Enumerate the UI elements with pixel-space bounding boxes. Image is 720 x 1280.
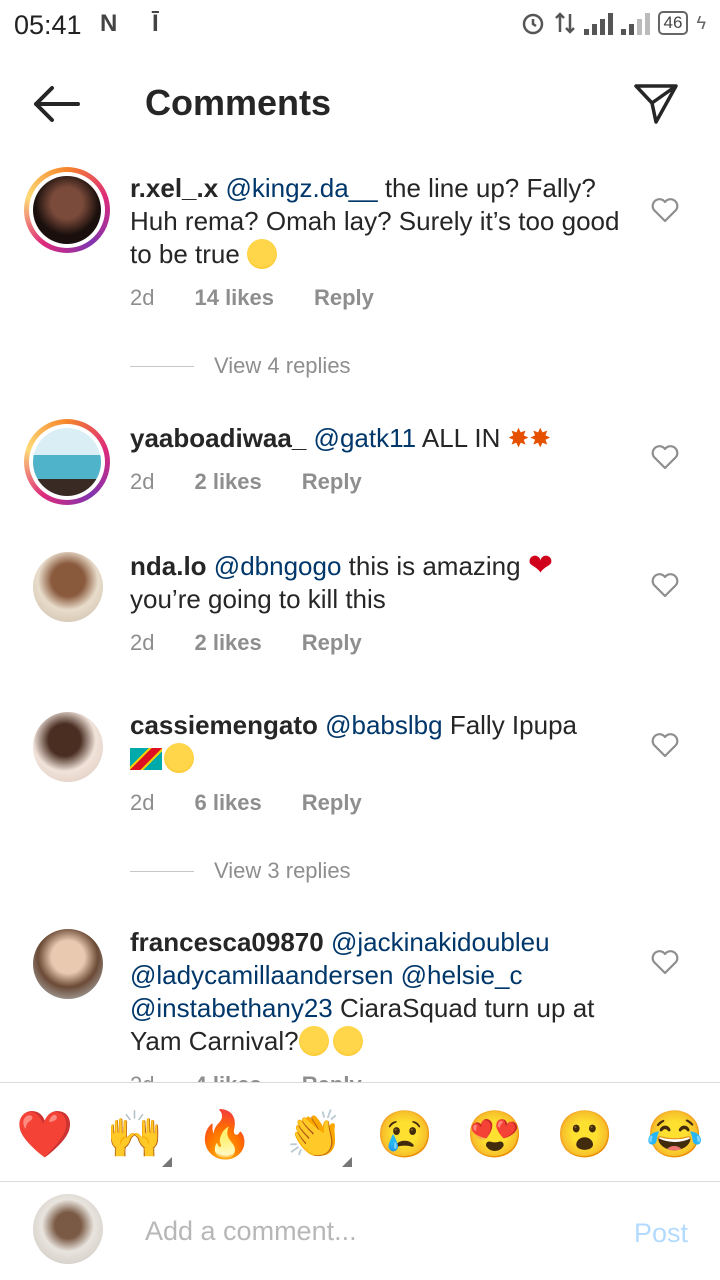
data-transfer-icon [554,12,575,34]
avatar[interactable] [24,167,110,253]
clapping-reaction-icon[interactable]: 👏 [286,1105,344,1163]
variant-indicator-icon [342,1157,352,1167]
reply-button[interactable]: Reply [302,790,362,816]
divider [130,870,194,872]
comment-time: 2d [130,630,155,655]
signal-icon-2 [620,11,650,35]
comment-mention[interactable]: @jackinakidoubleu [331,927,550,957]
comment-text: francesca09870 @jackinakidoubleu @ladyca… [130,926,620,1058]
post-button[interactable]: Post [634,1218,688,1249]
comment-meta: 2d 14 likes Reply [130,285,374,311]
page-title: Comments [145,82,332,123]
notification-icons: N Ī [100,10,173,37]
comment-meta: 2d 6 likes Reply [130,790,362,816]
heart-icon[interactable] [651,197,679,223]
comment-mention[interactable]: @instabethany23 [130,993,333,1023]
quick-reaction-bar: ❤️ 🙌 🔥 👏 😢 😍 😮 😂 [0,1082,720,1182]
comment-time: 2d [130,285,155,310]
comment-mention[interactable]: @babslbg [325,710,442,740]
heart-icon[interactable] [651,572,679,598]
grinning-emoji-icon [298,1026,329,1056]
comment-text: yaaboadiwaa_ @gatk11 ALL IN ✸✸ [130,422,620,455]
comment-likes[interactable]: 2 likes [194,469,261,495]
comment-body: Fally Ipupa [442,710,577,740]
status-bar: 05:41 N Ī 46 ϟ [0,0,720,50]
smiling-hearts-emoji-icon [332,1026,363,1056]
avatar[interactable] [24,419,110,505]
comment-time: 2d [130,469,155,494]
fire-reaction-icon[interactable]: 🔥 [196,1105,254,1163]
avatar[interactable] [33,552,103,622]
comment-username[interactable]: francesca09870 [130,927,324,957]
crying-reaction-icon[interactable]: 😢 [376,1105,434,1163]
raised-hands-reaction-icon[interactable]: 🙌 [106,1105,164,1163]
surprised-reaction-icon[interactable]: 😮 [556,1105,614,1163]
back-arrow-icon[interactable] [30,82,82,126]
comment-mention[interactable]: @gatk11 [314,423,417,453]
comment-composer: Add a comment... Post [0,1181,720,1280]
dr-congo-flag-icon [130,748,162,770]
laughing-reaction-icon[interactable]: 😂 [646,1105,704,1163]
comment-body: this is amazing [341,551,528,581]
heart-icon[interactable] [651,444,679,470]
comment-username[interactable]: r.xel_.x [130,173,218,203]
comment-body: ALL IN [416,423,508,453]
status-time: 05:41 [14,10,82,40]
alarm-icon [522,13,543,35]
comment-mention[interactable]: @ladycamillaandersen [130,960,393,990]
heart-icon[interactable] [651,732,679,758]
divider [130,365,194,367]
comment-likes[interactable]: 14 likes [194,285,274,311]
comment-text: nda.lo @dbngogo this is amazing ❤ you’re… [130,549,620,616]
comment-username[interactable]: nda.lo [130,551,207,581]
heart-reaction-icon[interactable]: ❤️ [16,1105,74,1163]
comment-time: 2d [130,790,155,815]
comment-text: r.xel_.x @kingz.da__ the line up? Fally?… [130,172,620,271]
variant-indicator-icon [162,1157,172,1167]
avatar[interactable] [33,712,103,782]
view-replies-label[interactable]: View 3 replies [214,858,351,884]
status-icons: 46 ϟ [520,10,706,36]
send-icon[interactable] [632,80,680,128]
header: Comments [0,60,720,150]
battery-icon: 46 [657,11,689,35]
view-replies-button[interactable]: View 3 replies [130,858,351,884]
comment-meta: 2d 2 likes Reply [130,630,362,656]
comment-text: cassiemengato @babslbg Fally Ipupa [130,709,620,775]
raised-eyebrow-emoji-icon [247,239,278,269]
comment-likes[interactable]: 2 likes [194,630,261,656]
charging-icon: ϟ [696,12,706,33]
view-replies-button[interactable]: View 4 replies [130,353,351,379]
heart-icon[interactable] [651,949,679,975]
collision-emoji-icon: ✸✸ [507,423,552,453]
comment-input[interactable]: Add a comment... [145,1216,357,1247]
comment-body-line2: you’re going to kill this [130,584,386,614]
heart-eyes-reaction-icon[interactable]: 😍 [466,1105,524,1163]
comment-mention[interactable]: @dbngogo [214,551,342,581]
comment-username[interactable]: cassiemengato [130,710,318,740]
comment-meta: 2d 2 likes Reply [130,469,362,495]
view-replies-label[interactable]: View 4 replies [214,353,351,379]
avatar[interactable] [33,929,103,999]
heart-eyes-emoji-icon [164,743,194,773]
reply-button[interactable]: Reply [302,630,362,656]
my-avatar [33,1194,103,1264]
signal-icon-1 [583,11,613,35]
comment-likes[interactable]: 6 likes [194,790,261,816]
reply-button[interactable]: Reply [314,285,374,311]
comment-mention[interactable]: @helsie_c [401,960,523,990]
red-heart-emoji-icon: ❤ [527,549,553,582]
reply-button[interactable]: Reply [302,469,362,495]
comment-username[interactable]: yaaboadiwaa_ [130,423,306,453]
comment-mention[interactable]: @kingz.da__ [225,173,377,203]
